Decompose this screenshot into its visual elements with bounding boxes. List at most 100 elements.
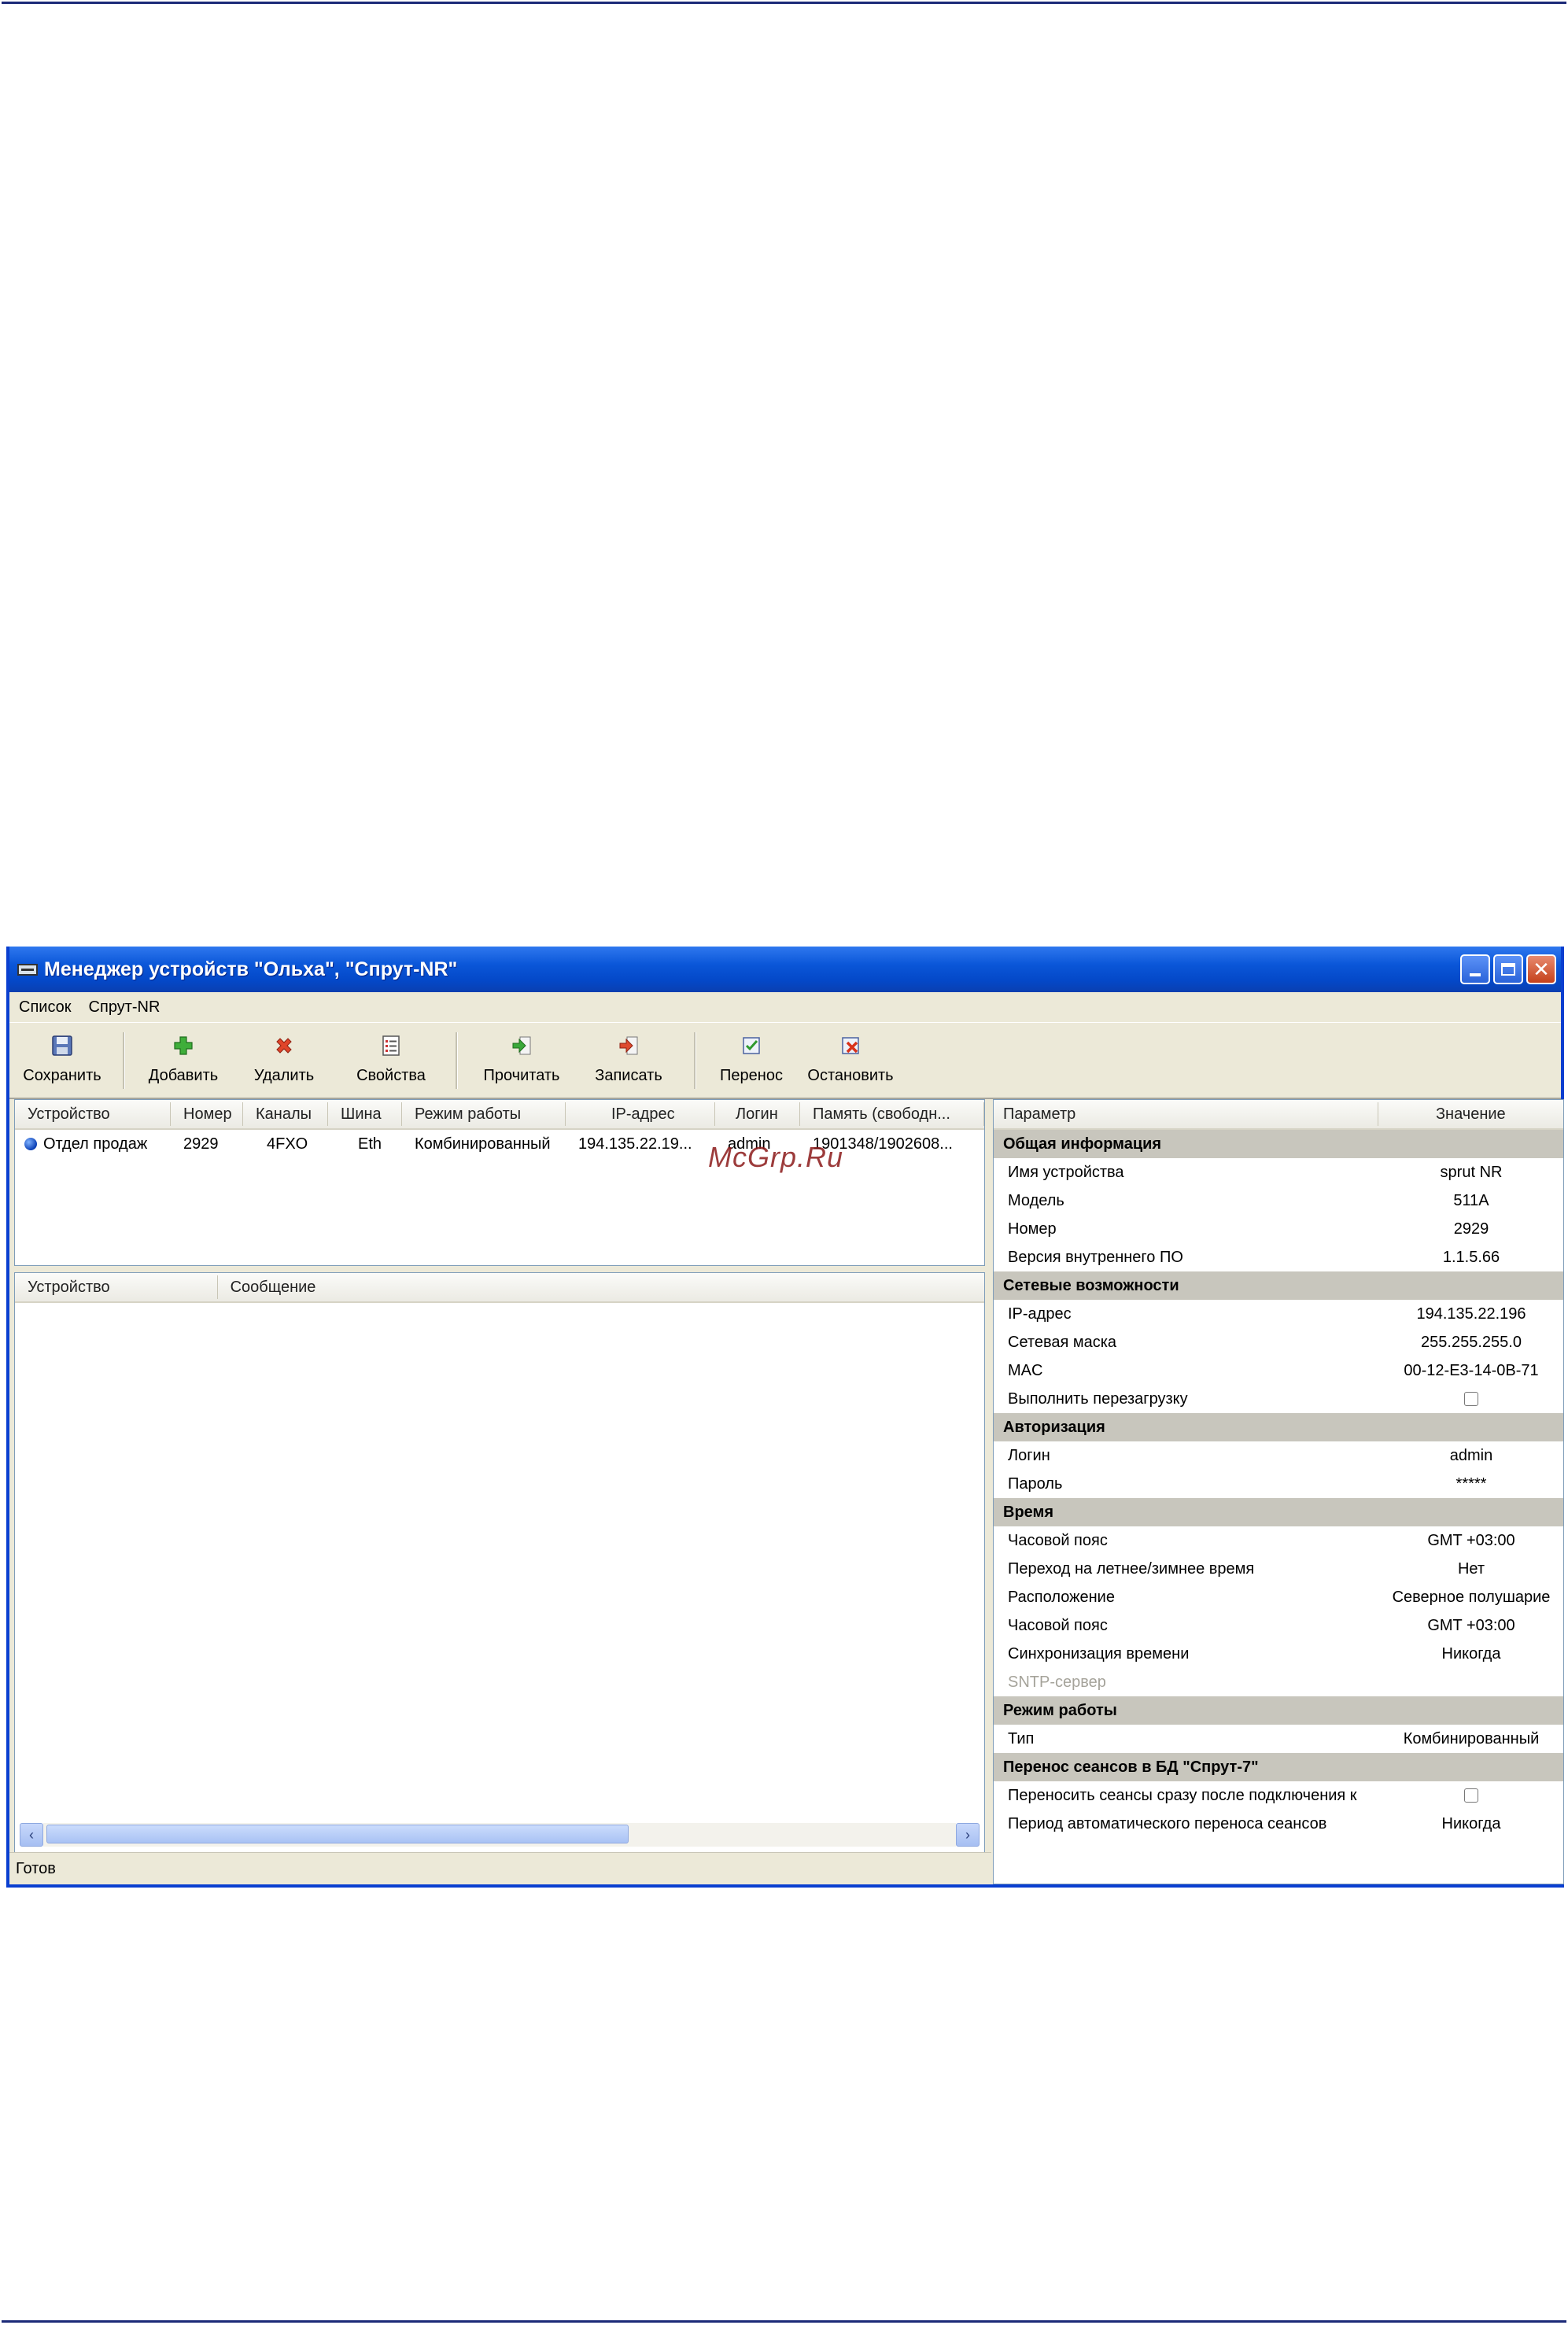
transfer-button[interactable]: Перенос: [707, 1023, 795, 1098]
property-category-title: Сетевые возможности: [1003, 1276, 1179, 1294]
minimize-button[interactable]: [1460, 954, 1490, 984]
property-value[interactable]: 1.1.5.66: [1379, 1249, 1563, 1267]
device-name-cell: Отдел продаж: [15, 1135, 171, 1153]
property-row[interactable]: Модель 511A: [994, 1186, 1563, 1215]
property-row[interactable]: Расположение Северное полушарие: [994, 1583, 1563, 1611]
column-ip[interactable]: IP-адрес: [566, 1102, 715, 1126]
property-row[interactable]: Пароль *****: [994, 1470, 1563, 1498]
properties-button[interactable]: Свойства: [338, 1023, 445, 1098]
property-row[interactable]: Имя устройства sprut NR: [994, 1158, 1563, 1186]
property-row[interactable]: Выполнить перезагрузку: [994, 1385, 1563, 1413]
property-value[interactable]: GMT +03:00: [1379, 1532, 1563, 1550]
property-name: Переход на летнее/зимнее время: [1008, 1559, 1255, 1578]
delete-button[interactable]: Удалить: [231, 1023, 338, 1098]
property-value[interactable]: [1379, 1787, 1563, 1805]
delete-button-label: Удалить: [253, 1067, 315, 1084]
column-log-message[interactable]: Сообщение: [218, 1275, 984, 1299]
property-name: Модель: [1008, 1191, 1064, 1209]
write-arrow-icon: [617, 1034, 640, 1057]
column-login[interactable]: Логин: [715, 1102, 800, 1126]
app-icon: [17, 963, 38, 976]
column-number[interactable]: Номер: [171, 1102, 243, 1126]
property-row[interactable]: Синхронизация времени Никогда: [994, 1640, 1563, 1668]
property-value[interactable]: 2929: [1379, 1220, 1563, 1238]
stop-button-label: Остановить: [807, 1067, 894, 1084]
property-category[interactable]: Перенос сеансов в БД "Спрут-7": [994, 1753, 1563, 1781]
column-parameter[interactable]: Параметр: [994, 1102, 1378, 1126]
property-category[interactable]: Общая информация: [994, 1130, 1563, 1158]
horizontal-scrollbar[interactable]: ‹ ›: [20, 1822, 980, 1847]
transfer-icon: [740, 1034, 763, 1057]
property-row[interactable]: Часовой пояс GMT +03:00: [994, 1526, 1563, 1555]
scrollbar-track[interactable]: [43, 1823, 956, 1847]
toolbar: Сохранить Добавить Удалить Свойства Проч…: [9, 1022, 1561, 1099]
property-row[interactable]: Логин admin: [994, 1441, 1563, 1470]
add-button[interactable]: Добавить: [136, 1023, 231, 1098]
property-value[interactable]: 194.135.22.196: [1379, 1305, 1563, 1323]
checkbox-icon[interactable]: [1464, 1788, 1478, 1803]
property-value[interactable]: Никогда: [1379, 1815, 1563, 1833]
property-row[interactable]: Версия внутреннего ПО 1.1.5.66: [994, 1243, 1563, 1271]
write-button[interactable]: Записать: [574, 1023, 683, 1098]
add-button-label: Добавить: [148, 1067, 219, 1084]
scroll-left-icon[interactable]: ‹: [20, 1823, 43, 1847]
column-value[interactable]: Значение: [1378, 1102, 1563, 1126]
menu-sprut-nr[interactable]: Спрут-NR: [89, 998, 160, 1017]
property-value[interactable]: GMT +03:00: [1379, 1617, 1563, 1635]
column-device[interactable]: Устройство: [15, 1102, 171, 1126]
column-log-device[interactable]: Устройство: [15, 1275, 218, 1299]
property-value[interactable]: Комбинированный: [1379, 1730, 1563, 1748]
property-row[interactable]: IP-адрес 194.135.22.196: [994, 1300, 1563, 1328]
property-value[interactable]: [1379, 1390, 1563, 1408]
property-value[interactable]: sprut NR: [1379, 1164, 1563, 1182]
property-row[interactable]: Номер 2929: [994, 1215, 1563, 1243]
property-row[interactable]: Часовой пояс GMT +03:00: [994, 1611, 1563, 1640]
column-memory[interactable]: Память (свободн...: [800, 1102, 984, 1126]
property-row[interactable]: SNTP-сервер: [994, 1668, 1563, 1696]
property-value[interactable]: Нет: [1379, 1560, 1563, 1578]
property-row[interactable]: Тип Комбинированный: [994, 1725, 1563, 1753]
property-name: Версия внутреннего ПО: [1008, 1248, 1183, 1266]
property-grid: Параметр Значение Общая информация Имя ус…: [993, 1099, 1564, 1884]
menu-list[interactable]: Список: [19, 998, 72, 1017]
maximize-button[interactable]: [1493, 954, 1523, 984]
property-value[interactable]: Северное полушарие: [1379, 1589, 1563, 1607]
column-bus[interactable]: Шина: [328, 1102, 402, 1126]
property-value[interactable]: 00-12-E3-14-0B-71: [1379, 1362, 1563, 1380]
plus-icon: [172, 1034, 195, 1057]
device-name: Отдел продаж: [43, 1135, 148, 1153]
property-row[interactable]: Период автоматического переноса сеансов Н…: [994, 1810, 1563, 1838]
property-row[interactable]: MAC 00-12-E3-14-0B-71: [994, 1356, 1563, 1385]
property-category[interactable]: Режим работы: [994, 1696, 1563, 1725]
save-button[interactable]: Сохранить: [13, 1023, 112, 1098]
device-channels: 4FXO: [267, 1135, 308, 1153]
property-value[interactable]: Никогда: [1379, 1645, 1563, 1663]
close-button[interactable]: ✕: [1526, 954, 1556, 984]
property-value[interactable]: 511A: [1379, 1192, 1563, 1210]
scrollbar-thumb[interactable]: [46, 1825, 629, 1843]
floppy-icon: [50, 1034, 74, 1057]
property-row[interactable]: Переход на летнее/зимнее время Нет: [994, 1555, 1563, 1583]
property-value[interactable]: 255.255.255.0: [1379, 1334, 1563, 1352]
device-list: Устройство Номер Каналы Шина Режим работ…: [14, 1099, 985, 1266]
property-category[interactable]: Сетевые возможности: [994, 1271, 1563, 1300]
close-icon: ✕: [1533, 957, 1550, 981]
property-name: Логин: [1008, 1446, 1050, 1464]
property-grid-header: Параметр Значение: [994, 1100, 1563, 1130]
stop-button[interactable]: Остановить: [795, 1023, 906, 1098]
column-channels[interactable]: Каналы: [243, 1102, 328, 1126]
column-mode[interactable]: Режим работы: [402, 1102, 566, 1126]
scroll-right-icon[interactable]: ›: [956, 1823, 980, 1847]
checkbox-icon[interactable]: [1464, 1392, 1478, 1407]
property-value[interactable]: admin: [1379, 1447, 1563, 1465]
read-button[interactable]: Прочитать: [469, 1023, 574, 1098]
property-category[interactable]: Авторизация: [994, 1413, 1563, 1441]
property-value[interactable]: *****: [1379, 1475, 1563, 1493]
window-title: Менеджер устройств "Ольха", "Спрут-NR": [44, 958, 458, 980]
title-bar[interactable]: Менеджер устройств "Ольха", "Спрут-NR" ✕: [9, 947, 1561, 992]
property-row[interactable]: Сетевая маска 255.255.255.0: [994, 1328, 1563, 1356]
property-name: Пароль: [1008, 1474, 1063, 1493]
property-category[interactable]: Время: [994, 1498, 1563, 1526]
property-name: Период автоматического переноса сеансов: [1008, 1814, 1327, 1832]
property-row[interactable]: Переносить сеансы сразу после подключени…: [994, 1781, 1563, 1810]
